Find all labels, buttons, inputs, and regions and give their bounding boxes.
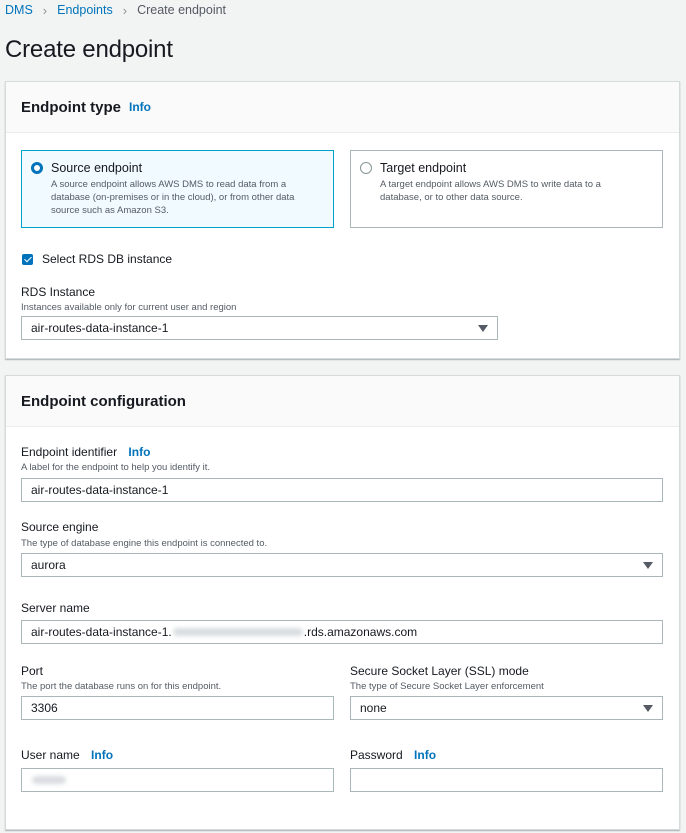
source-engine-desc: The type of database engine this endpoin… xyxy=(21,538,268,549)
endpoint-type-title: Endpoint type xyxy=(21,98,121,116)
ssl-mode-select[interactable]: none xyxy=(350,696,663,720)
username-input[interactable] xyxy=(21,768,334,792)
endpoint-identifier-label-row: Endpoint identifier Info xyxy=(21,445,150,459)
endpoint-identifier-label: Endpoint identifier xyxy=(21,445,118,459)
username-label: User name xyxy=(21,748,80,762)
password-label: Password xyxy=(350,748,403,762)
rds-checkbox-row[interactable]: Select RDS DB instance xyxy=(22,252,172,266)
endpoint-identifier-desc: A label for the endpoint to help you ide… xyxy=(21,462,211,473)
breadcrumb-current: Create endpoint xyxy=(137,3,227,17)
rds-instance-desc: Instances available only for current use… xyxy=(21,302,237,313)
endpoint-type-header: Endpoint type Info xyxy=(6,82,679,133)
target-endpoint-radio[interactable] xyxy=(360,162,372,174)
chevron-right-icon: › xyxy=(122,2,128,18)
rds-instance-label: RDS Instance xyxy=(21,285,96,299)
source-desc-line: A source endpoint allows AWS DMS to read… xyxy=(51,179,287,190)
endpoint-type-info-link[interactable]: Info xyxy=(129,100,151,114)
endpoint-configuration-header: Endpoint configuration xyxy=(6,376,679,427)
target-desc-line: A target endpoint allows AWS DMS to writ… xyxy=(380,179,601,190)
chevron-right-icon: › xyxy=(42,2,48,18)
endpoint-type-body: Source endpoint A source endpoint allows… xyxy=(6,133,679,359)
source-endpoint-label: Source endpoint xyxy=(51,161,143,175)
rds-checkbox-label: Select RDS DB instance xyxy=(42,252,173,266)
username-info-link[interactable]: Info xyxy=(91,748,113,762)
server-name-label: Server name xyxy=(21,601,90,615)
endpoint-type-panel: Endpoint type Info Source endpoint A sou… xyxy=(5,81,680,359)
server-name-suffix: .rds.amazonaws.com xyxy=(303,625,418,639)
source-engine-select[interactable]: aurora xyxy=(21,553,663,577)
redacted-hostname xyxy=(172,628,303,636)
password-label-row: Password Info xyxy=(350,748,436,762)
rds-checkbox[interactable] xyxy=(22,253,33,265)
endpoint-identifier-value: air-routes-data-instance-1 xyxy=(31,483,169,497)
ssl-mode-label: Secure Socket Layer (SSL) mode xyxy=(350,664,529,678)
source-endpoint-option[interactable]: Source endpoint A source endpoint allows… xyxy=(21,150,334,228)
page-title: Create endpoint xyxy=(5,36,173,63)
port-label: Port xyxy=(21,664,44,678)
source-desc-line: database (on-premises or in the cloud), … xyxy=(51,192,295,203)
target-endpoint-desc: A target endpoint allows AWS DMS to writ… xyxy=(380,178,652,204)
endpoint-identifier-info-link[interactable]: Info xyxy=(128,445,150,459)
target-endpoint-option[interactable]: Target endpoint A target endpoint allows… xyxy=(350,150,663,228)
source-endpoint-radio[interactable] xyxy=(31,162,43,174)
password-info-link[interactable]: Info xyxy=(414,748,436,762)
endpoint-identifier-input[interactable]: air-routes-data-instance-1 xyxy=(21,478,663,502)
server-name-prefix: air-routes-data-instance-1. xyxy=(31,625,172,639)
rds-instance-value: air-routes-data-instance-1 xyxy=(31,321,169,335)
port-desc: The port the database runs on for this e… xyxy=(21,681,222,692)
rds-instance-select[interactable]: air-routes-data-instance-1 xyxy=(21,316,498,340)
redacted-username xyxy=(32,776,66,784)
password-input[interactable] xyxy=(350,768,663,792)
breadcrumb-dms-link[interactable]: DMS xyxy=(5,3,33,17)
endpoint-configuration-panel: Endpoint configuration Endpoint identifi… xyxy=(5,375,680,830)
port-value: 3306 xyxy=(31,701,58,715)
breadcrumb: DMS › Endpoints › Create endpoint xyxy=(5,2,226,18)
ssl-mode-value: none xyxy=(360,701,387,715)
port-input[interactable]: 3306 xyxy=(21,696,334,720)
target-desc-line: database, or to other data source. xyxy=(380,192,523,203)
breadcrumb-endpoints-link[interactable]: Endpoints xyxy=(57,3,113,17)
target-endpoint-label: Target endpoint xyxy=(380,161,467,175)
source-endpoint-desc: A source endpoint allows AWS DMS to read… xyxy=(51,178,323,217)
source-engine-value: aurora xyxy=(31,558,66,572)
server-name-input[interactable]: air-routes-data-instance-1. .rds.amazona… xyxy=(21,620,663,644)
source-engine-label: Source engine xyxy=(21,520,99,534)
source-desc-line: source such as Amazon S3. xyxy=(51,205,169,216)
endpoint-configuration-body: Endpoint identifier Info A label for the… xyxy=(6,427,679,829)
ssl-mode-desc: The type of Secure Socket Layer enforcem… xyxy=(350,681,544,692)
username-label-row: User name Info xyxy=(21,748,113,762)
endpoint-configuration-title: Endpoint configuration xyxy=(21,392,186,410)
